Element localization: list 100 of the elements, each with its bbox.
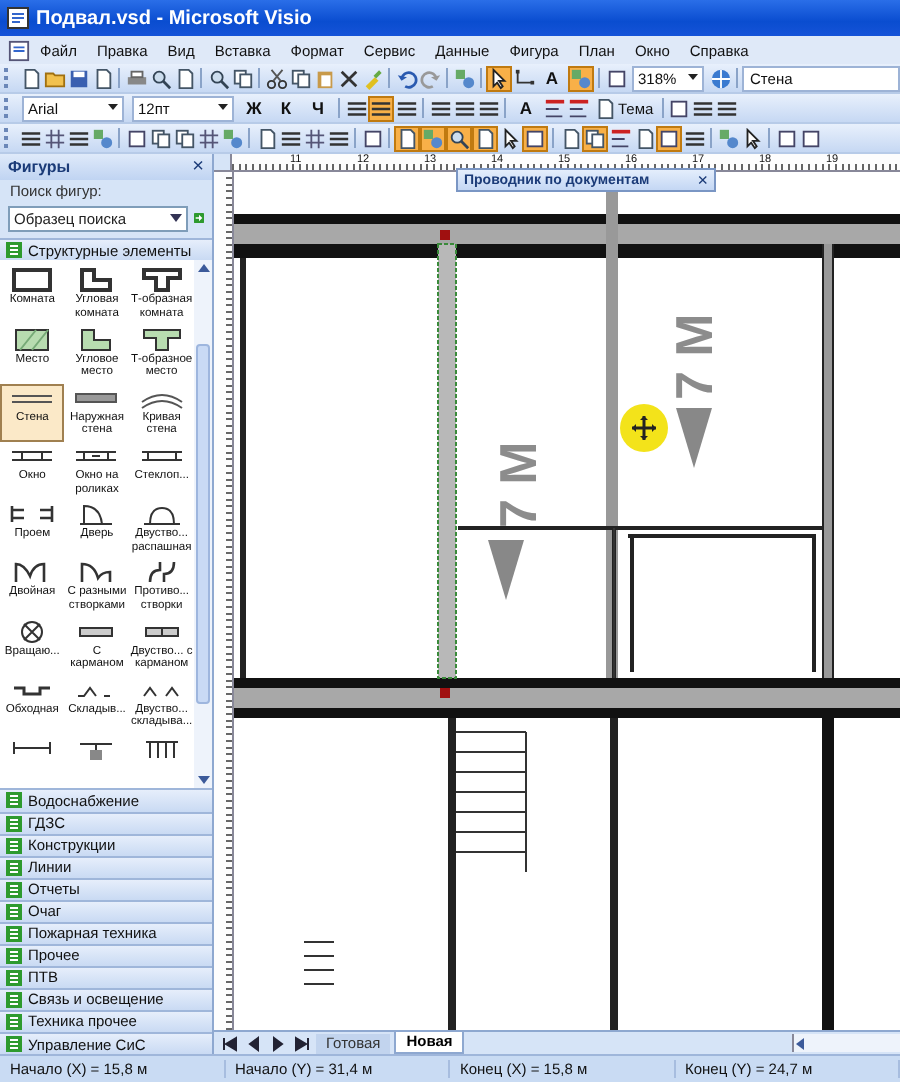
- grid-icon: [197, 127, 219, 149]
- scissors-icon: [265, 67, 287, 89]
- navigation-arrow-icon[interactable]: [294, 1035, 310, 1051]
- lines-icon: [429, 97, 451, 119]
- room-icon: [8, 266, 57, 295]
- toolbar-button[interactable]: [604, 65, 628, 91]
- toolbar-button[interactable]: [566, 95, 590, 121]
- toolbar-button[interactable]: [512, 65, 536, 91]
- caret-icon: [170, 213, 182, 224]
- stencil-icon: [6, 815, 22, 832]
- clipboard-icon: [313, 67, 335, 89]
- toolbar-button[interactable]: [522, 125, 548, 151]
- lines-icon: [345, 97, 367, 119]
- toolbar-button[interactable]: [608, 125, 632, 151]
- bars-icon: [567, 97, 589, 119]
- caret-icon: [218, 104, 228, 112]
- toolbar-button[interactable]: A: [536, 65, 568, 91]
- lines-icon: [683, 127, 705, 149]
- toolbar-button[interactable]: [446, 125, 472, 151]
- square-icon: [125, 127, 147, 149]
- globe-icon: [709, 67, 731, 89]
- grid-icon: [43, 127, 65, 149]
- toolbar-button[interactable]: [264, 65, 288, 91]
- scroll-left-icon: [794, 1035, 809, 1051]
- stencil-icon: [6, 881, 22, 898]
- close-button[interactable]: ×: [697, 170, 708, 190]
- redo-icon: [419, 67, 441, 89]
- toolbar-button[interactable]: [148, 65, 172, 91]
- toolbar-button[interactable]: [472, 125, 498, 151]
- toolbar-button[interactable]: [148, 125, 172, 151]
- pointer-icon: [488, 67, 510, 89]
- toolbar-button[interactable]: [368, 95, 394, 121]
- lines-icon: [327, 127, 349, 149]
- toolbar-button[interactable]: [582, 125, 608, 151]
- bars-icon: [609, 127, 631, 149]
- toolbar-button[interactable]: [542, 95, 566, 121]
- toolbar-button[interactable]: [230, 65, 254, 91]
- pointer-icon: [741, 127, 763, 149]
- panel-title: Фигуры: [8, 158, 71, 177]
- close-button[interactable]: ×: [192, 156, 204, 179]
- toolbar-button[interactable]: [336, 65, 360, 91]
- stencil-icon: [6, 947, 22, 964]
- scrollbar[interactable]: [792, 1034, 900, 1052]
- toolbar-button[interactable]: [798, 125, 822, 151]
- copy-icon: [289, 67, 311, 89]
- copy-icon: [231, 67, 253, 89]
- toolbar-button[interactable]: Ж: [238, 95, 270, 121]
- square-icon: [524, 127, 546, 149]
- undo-icon: [395, 67, 417, 89]
- toolbar-button[interactable]: [656, 125, 682, 151]
- toolbar-button[interactable]: [124, 125, 148, 151]
- toolbar-button[interactable]: Ч: [302, 95, 334, 121]
- lines-icon: [692, 97, 715, 119]
- scrollbar[interactable]: [194, 260, 212, 789]
- lines-icon: [453, 97, 475, 119]
- toolbar-button[interactable]: [196, 125, 220, 151]
- pointer-icon: [499, 127, 521, 149]
- toolbar-button[interactable]: [667, 95, 692, 121]
- t-shape-icon: [137, 266, 186, 295]
- scroll-thumb[interactable]: [196, 344, 210, 705]
- toolbar-button[interactable]: [360, 125, 384, 151]
- stencil-icon: [6, 1036, 22, 1052]
- copy-icon: [173, 127, 195, 149]
- square-icon: [799, 127, 821, 149]
- triangle-icon: [488, 540, 524, 600]
- highlight-circle: [620, 404, 668, 452]
- caret-icon: [108, 104, 118, 112]
- magnifier-icon: [448, 127, 470, 149]
- cross-icon: [337, 67, 359, 89]
- toolbar-button[interactable]: К: [270, 95, 302, 121]
- shapes-icon: [570, 67, 592, 89]
- square-icon: [361, 127, 383, 149]
- shapes-icon: [422, 127, 444, 149]
- lines-icon: [279, 127, 301, 149]
- toolbar-button[interactable]: [172, 125, 196, 151]
- printer-icon: [125, 67, 147, 89]
- selection-handle[interactable]: [440, 230, 450, 240]
- shapes-icon: [221, 127, 243, 149]
- toolbar-button[interactable]: [774, 125, 798, 151]
- toolbar-button[interactable]: [394, 125, 420, 151]
- toolbar-button[interactable]: [206, 65, 230, 91]
- caret-icon: [688, 74, 698, 82]
- toolbar-button[interactable]: [486, 65, 512, 91]
- toolbar-button[interactable]: [302, 125, 326, 151]
- lines-icon: [477, 97, 499, 119]
- stencil-icon: [6, 837, 22, 854]
- toolbar-button[interactable]: [66, 65, 90, 91]
- shapes-icon: [91, 127, 113, 149]
- toolbar-button[interactable]: [42, 125, 66, 151]
- wall-shape[interactable]: [437, 243, 457, 679]
- toolbar-button[interactable]: [288, 65, 312, 91]
- navigation-arrow-icon[interactable]: [222, 1035, 238, 1051]
- stencil-icon: [6, 991, 22, 1008]
- selection-handle[interactable]: [440, 688, 450, 698]
- hatched-t-shape-icon: [137, 325, 186, 354]
- stencil-icon: [6, 859, 22, 876]
- toolbar-button[interactable]: A: [510, 95, 542, 121]
- lines-icon: [67, 127, 89, 149]
- square-icon: [658, 127, 680, 149]
- lines-icon: [395, 97, 417, 119]
